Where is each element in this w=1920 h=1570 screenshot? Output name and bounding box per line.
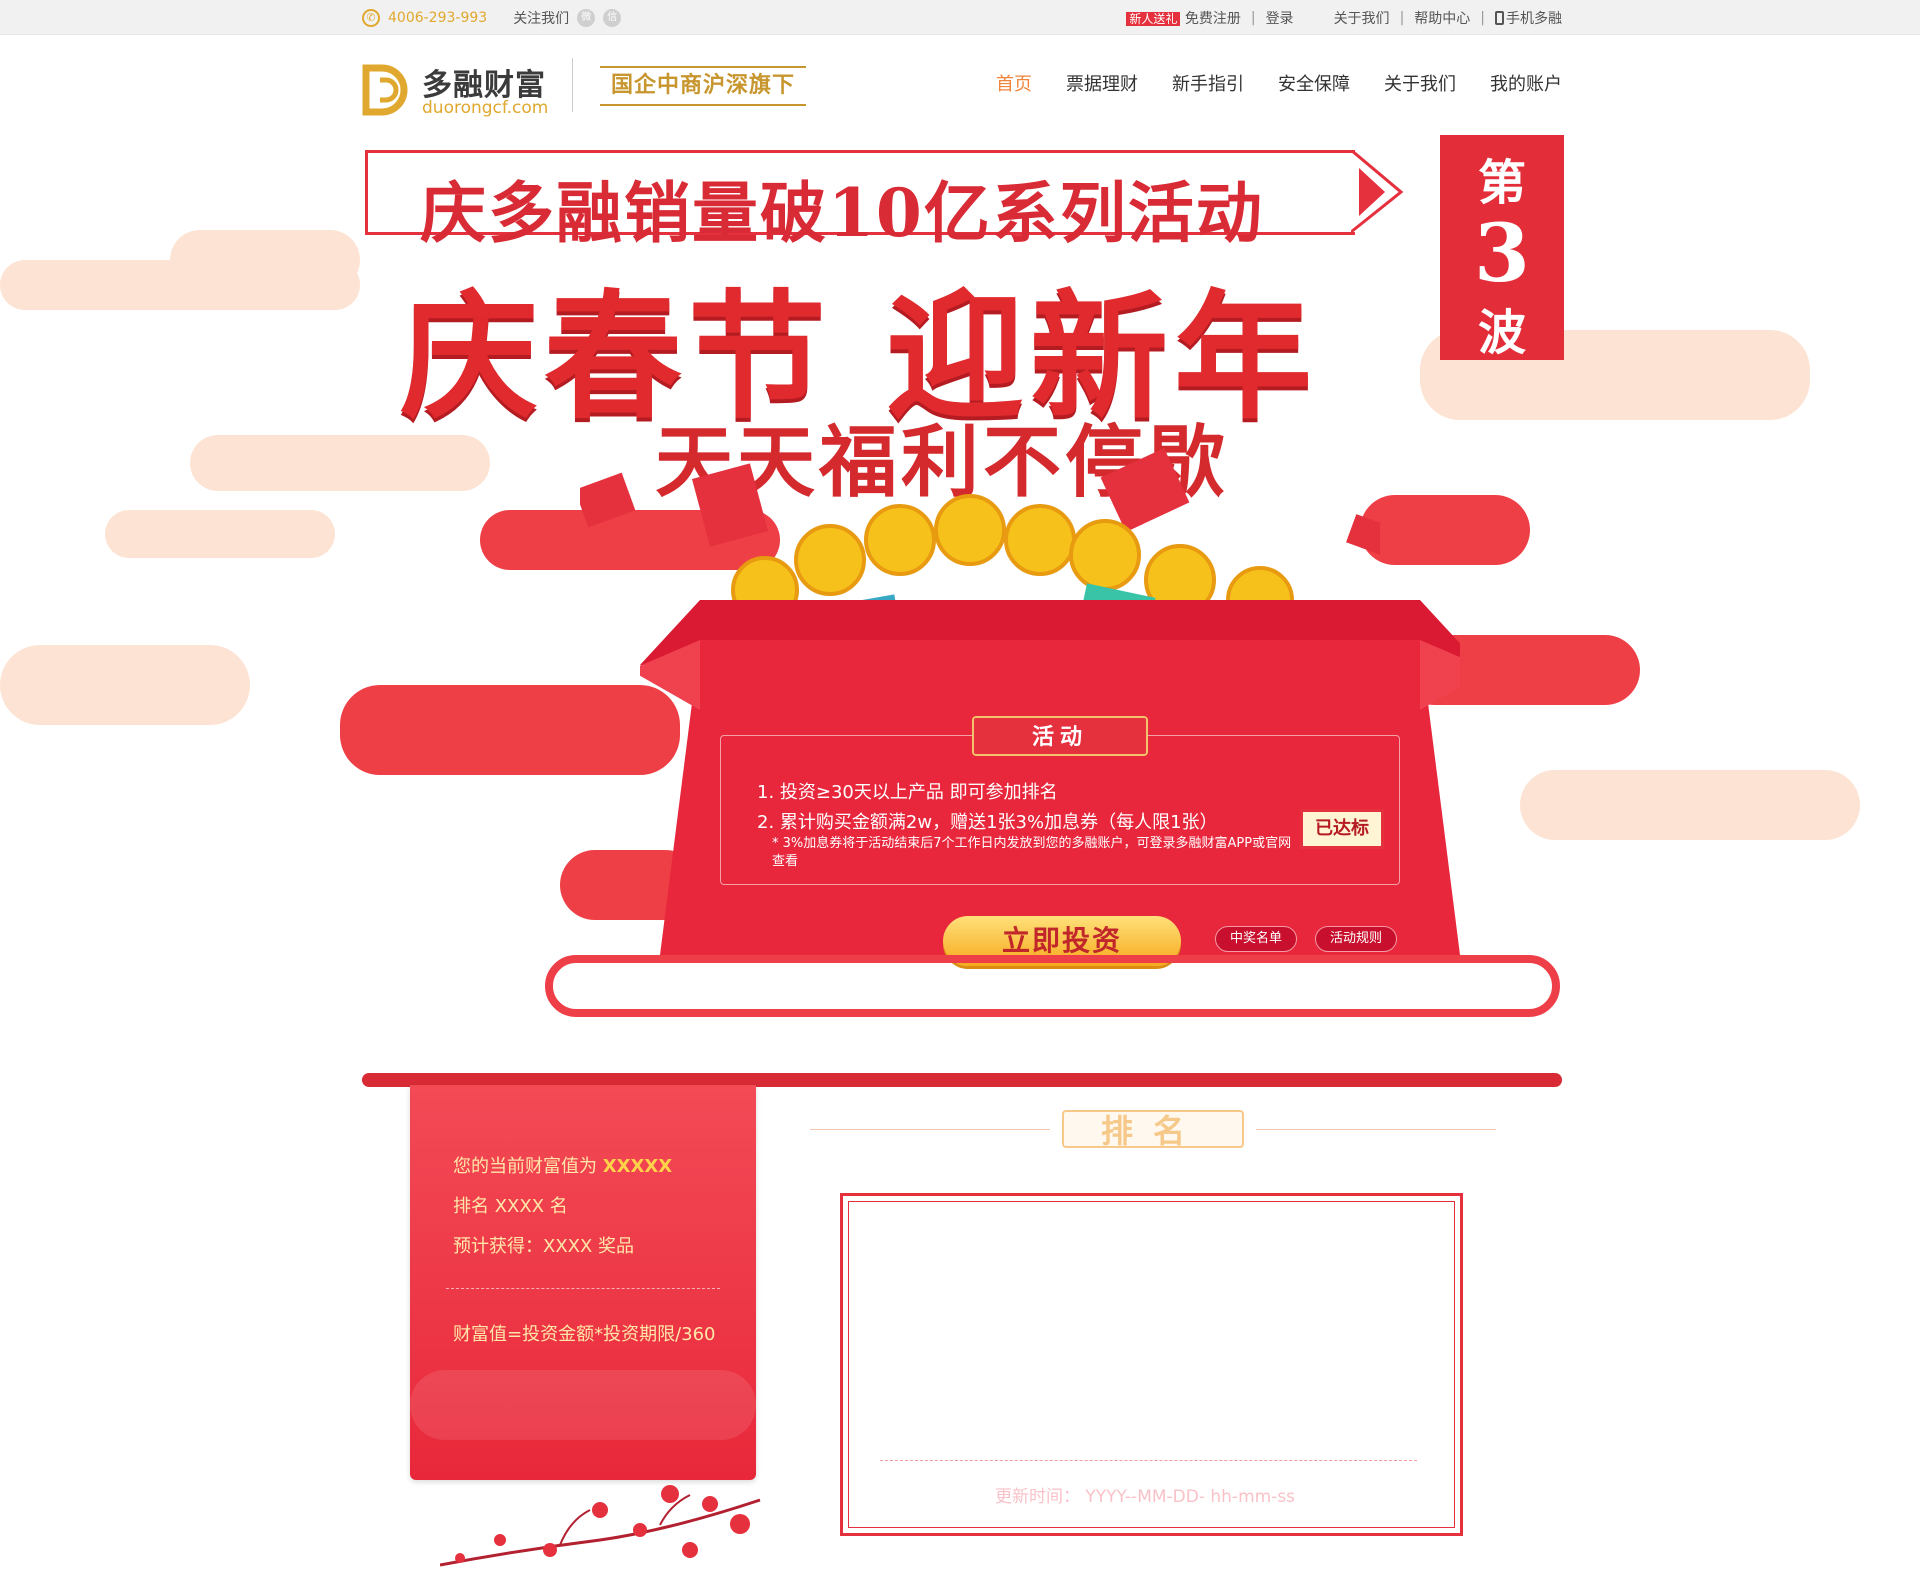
- weibo-icon[interactable]: 微: [577, 9, 596, 27]
- hotline-number: 4006-293-993: [388, 10, 488, 26]
- arrow-right-icon: [1351, 150, 1404, 234]
- follow-us-label: 关注我们: [513, 11, 570, 27]
- ranking-update-time: 更新时间： YYYY--MM-DD- hh-mm-ss: [995, 1487, 1296, 1507]
- divider: [880, 1460, 1417, 1461]
- logo-divider: [572, 58, 573, 112]
- slogan: 国企中商沪深旗下: [600, 66, 806, 106]
- campaign-title: 庆多融销量破10亿系列活动: [420, 174, 1264, 252]
- heading-line-right: [1256, 1129, 1496, 1130]
- wave-tag: 第 3 波: [1440, 135, 1564, 361]
- nav-beginner-guide[interactable]: 新手指引: [1172, 70, 1244, 96]
- cloud-decoration: [1360, 495, 1530, 565]
- about-link[interactable]: 关于我们: [1334, 8, 1390, 28]
- promo-banner: 庆多融销量破10亿系列活动 庆春节 迎新年 天天福利不停歇 第 3 波: [0, 130, 1920, 1030]
- site-header: 多融财富 duorongcf.com 国企中商沪深旗下 首页 票据理财 新手指引…: [362, 48, 1562, 128]
- wave-tag-char: 波: [1477, 305, 1526, 361]
- new-user-gift-badge[interactable]: 新人送礼: [1126, 12, 1181, 26]
- register-link[interactable]: 免费注册: [1185, 11, 1241, 27]
- nav-my-account[interactable]: 我的账户: [1490, 70, 1562, 96]
- plum-blossom-decoration: [440, 1485, 761, 1567]
- wealth-formula: 财富值=投资金额*投资期限/360: [453, 1324, 716, 1345]
- divider: [446, 1288, 720, 1289]
- prize-text: 预计获得：XXXX 奖品: [453, 1236, 635, 1257]
- mobile-app-link[interactable]: 手机多融: [1495, 8, 1562, 28]
- separator: |: [1399, 10, 1405, 26]
- top-bar-right: 新人送礼 免费注册 | 登录 关于我们 | 帮助中心 | 手机多融: [1126, 8, 1562, 28]
- nav-home[interactable]: 首页: [996, 70, 1032, 96]
- heading-line-left: [810, 1129, 1050, 1130]
- cloud-decoration: [410, 1370, 756, 1440]
- activity-note: * 3%加息券将于活动结束后7个工作日内发放到您的多融账户，可登录多融财富APP…: [772, 836, 1292, 869]
- logo-d-icon: [362, 64, 408, 116]
- separator: |: [1250, 10, 1256, 26]
- cloud-decoration: [170, 230, 360, 290]
- wave-tag-number: 3: [1474, 206, 1530, 300]
- winners-list-button[interactable]: 中奖名单: [1215, 926, 1298, 952]
- activity-rules-button[interactable]: 活动规则: [1315, 926, 1398, 952]
- nav-about-us[interactable]: 关于我们: [1384, 70, 1456, 96]
- activity-title: 活动: [972, 716, 1148, 756]
- activity-rule-2: 2. 累计购买金额满2w，赠送1张3%加息券（每人限1张）: [757, 812, 1218, 833]
- base-ring-decoration: [545, 955, 1560, 1017]
- phone-icon: ✆: [362, 9, 380, 27]
- logo-domain: duorongcf.com: [422, 98, 549, 118]
- main-nav: 首页 票据理财 新手指引 安全保障 关于我们 我的账户: [996, 70, 1562, 96]
- nav-security[interactable]: 安全保障: [1278, 70, 1350, 96]
- current-wealth-line: 您的当前财富值为 XXXXX: [453, 1152, 672, 1178]
- cloud-decoration: [105, 510, 335, 558]
- top-bar: ✆ 4006-293-993 关注我们 微 信 新人送礼 免费注册 | 登录 关…: [0, 0, 1920, 35]
- current-wealth-label: 您的当前财富值为: [453, 1156, 597, 1177]
- nav-bill-finance[interactable]: 票据理财: [1066, 70, 1138, 96]
- help-center-link[interactable]: 帮助中心: [1414, 8, 1470, 28]
- login-link[interactable]: 登录: [1266, 8, 1294, 28]
- cloud-decoration: [0, 645, 250, 725]
- mobile-phone-icon: [1495, 11, 1504, 25]
- logo[interactable]: 多融财富 duorongcf.com: [362, 60, 562, 120]
- current-wealth-value: XXXXX: [602, 1156, 673, 1177]
- separator: |: [1480, 10, 1485, 26]
- reached-stamp: 已达标: [1300, 809, 1384, 849]
- wealth-card: 您的当前财富值为 XXXXX 排名 XXXX 名 预计获得：XXXX 奖品 财富…: [410, 1085, 756, 1480]
- ranking-list: [848, 1201, 1455, 1528]
- activity-rule-1: 1. 投资≥30天以上产品 即可参加排名: [757, 782, 1058, 803]
- cloud-decoration: [1520, 770, 1860, 840]
- rank-text: 排名 XXXX 名: [453, 1196, 568, 1217]
- wave-tag-char: 第: [1477, 155, 1526, 211]
- top-bar-left: ✆ 4006-293-993 关注我们 微 信: [362, 8, 622, 28]
- wechat-icon[interactable]: 信: [603, 9, 622, 27]
- ranking-heading: 排名: [1062, 1110, 1244, 1150]
